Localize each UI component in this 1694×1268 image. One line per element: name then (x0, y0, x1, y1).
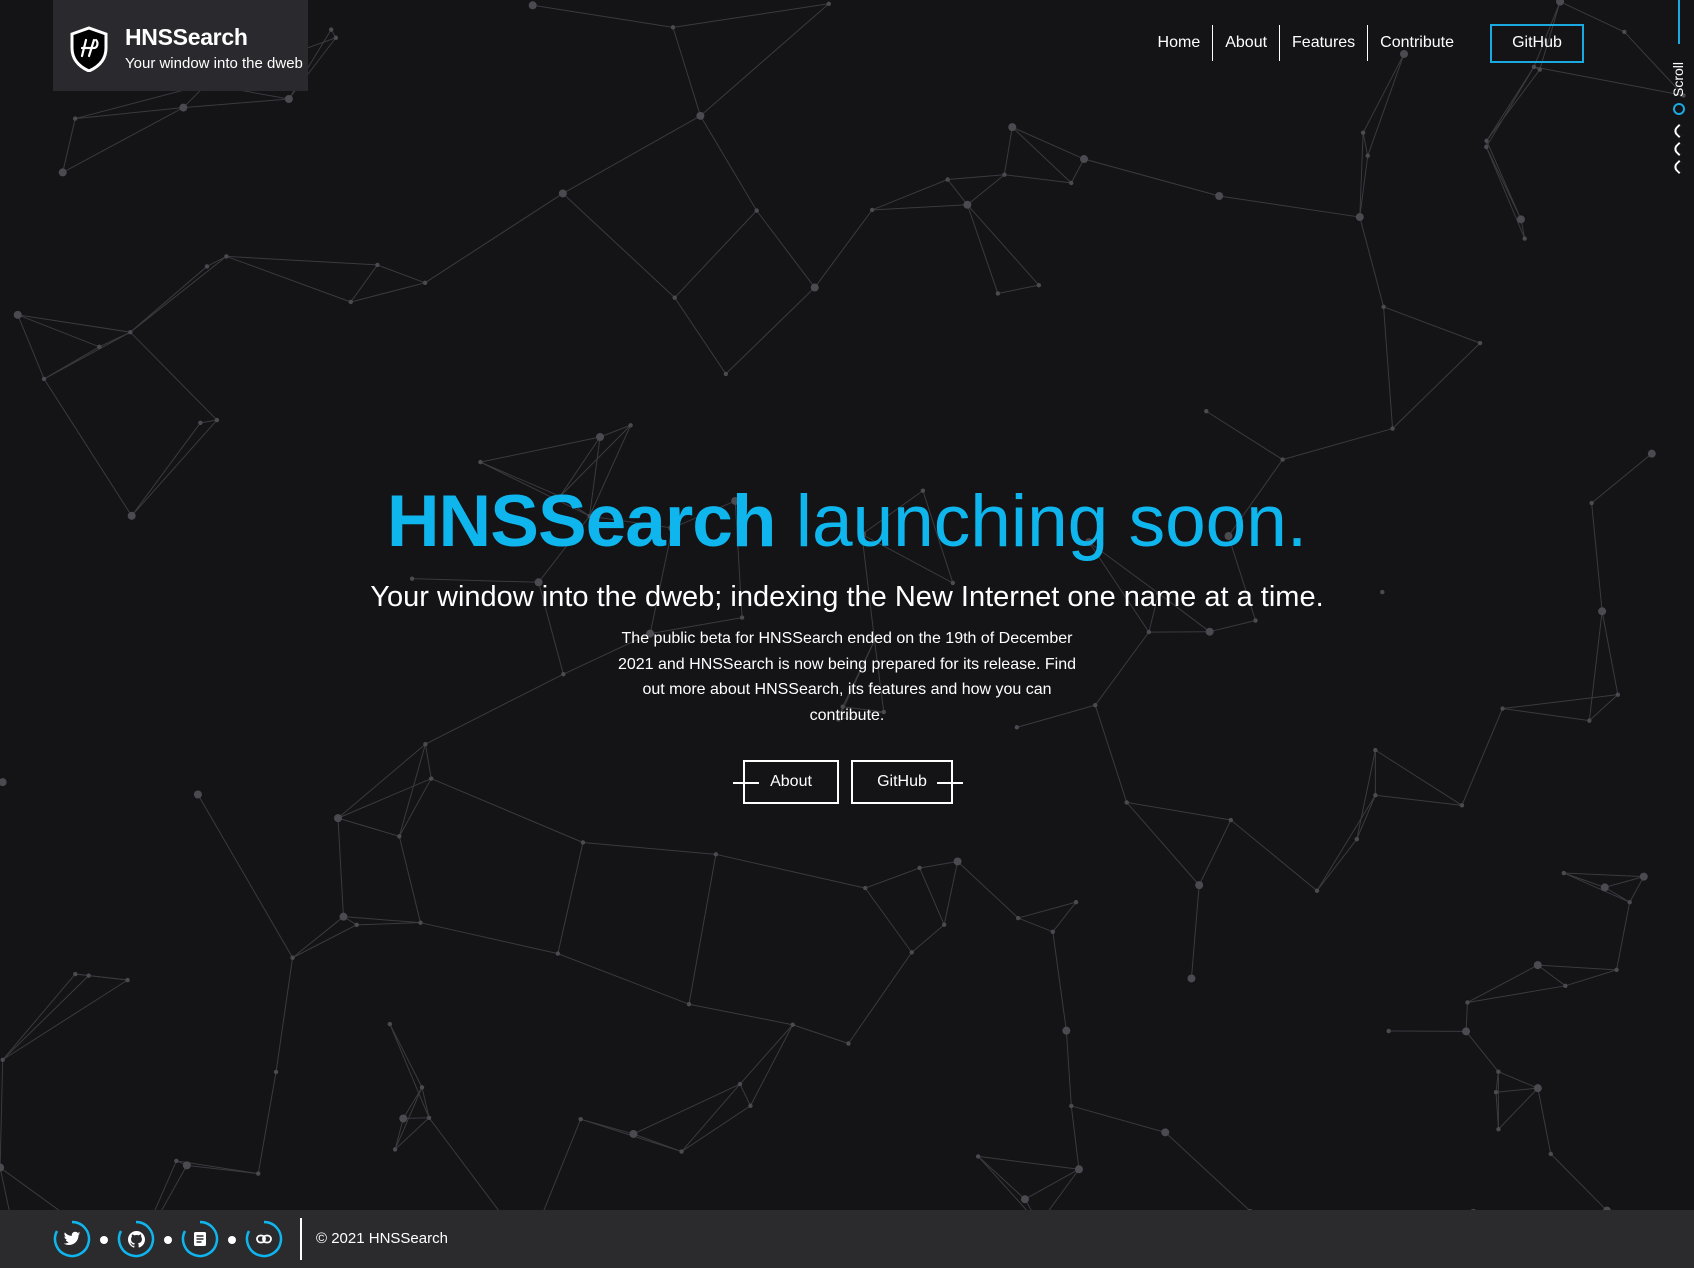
separator-dot (100, 1236, 108, 1244)
hero-title: HNSSearch launching soon. (0, 480, 1694, 564)
footer: © 2021 HNSSearch (0, 1210, 1694, 1268)
nav-home[interactable]: Home (1146, 25, 1213, 61)
scroll-progress-line (1678, 0, 1680, 44)
nav-github-button[interactable]: GitHub (1490, 23, 1584, 63)
icon-ring (53, 1220, 91, 1258)
brand-tagline: Your window into the dweb (125, 55, 303, 72)
icon-ring (245, 1220, 283, 1258)
chevron-down-icon (1671, 141, 1687, 157)
main-nav: Home About Features Contribute GitHub (1146, 23, 1584, 63)
github-button[interactable]: GitHub (851, 760, 963, 804)
footer-divider (300, 1218, 302, 1260)
scroll-label: Scroll (1670, 62, 1686, 98)
about-button[interactable]: About (733, 760, 839, 804)
website-link[interactable] (245, 1220, 283, 1258)
chevron-down-icon (1671, 123, 1687, 139)
nav-features[interactable]: Features (1280, 25, 1367, 61)
github-link[interactable] (117, 1220, 155, 1258)
github-button-label: GitHub (877, 773, 927, 790)
scroll-dot-icon (1673, 103, 1685, 115)
hero-title-light: launching soon. (795, 481, 1308, 562)
hero-title-strong: HNSSearch (386, 481, 777, 562)
twitter-link[interactable] (53, 1220, 91, 1258)
copyright-text: © 2021 HNSSearch (316, 1230, 448, 1247)
about-button-label: About (770, 773, 812, 790)
button-tick-decoration (937, 782, 963, 784)
hero-subtitle: Your window into the dweb; indexing the … (370, 581, 1324, 613)
nav-contribute[interactable]: Contribute (1368, 25, 1466, 61)
chevron-down-icon (1671, 159, 1687, 175)
shield-icon (70, 26, 108, 72)
brand-title: HNSSearch (125, 24, 248, 50)
button-tick-decoration (733, 782, 759, 784)
brand-logo-box[interactable]: HNSSearch Your window into the dweb (53, 0, 308, 91)
nav-about[interactable]: About (1213, 25, 1279, 61)
docs-link[interactable] (181, 1220, 219, 1258)
hero-description: The public beta for HNSSearch ended on t… (617, 630, 1077, 724)
scroll-indicator[interactable]: Scroll (1654, 0, 1694, 180)
separator-dot (228, 1236, 236, 1244)
icon-ring (117, 1220, 155, 1258)
icon-ring (181, 1220, 219, 1258)
separator-dot (164, 1236, 172, 1244)
